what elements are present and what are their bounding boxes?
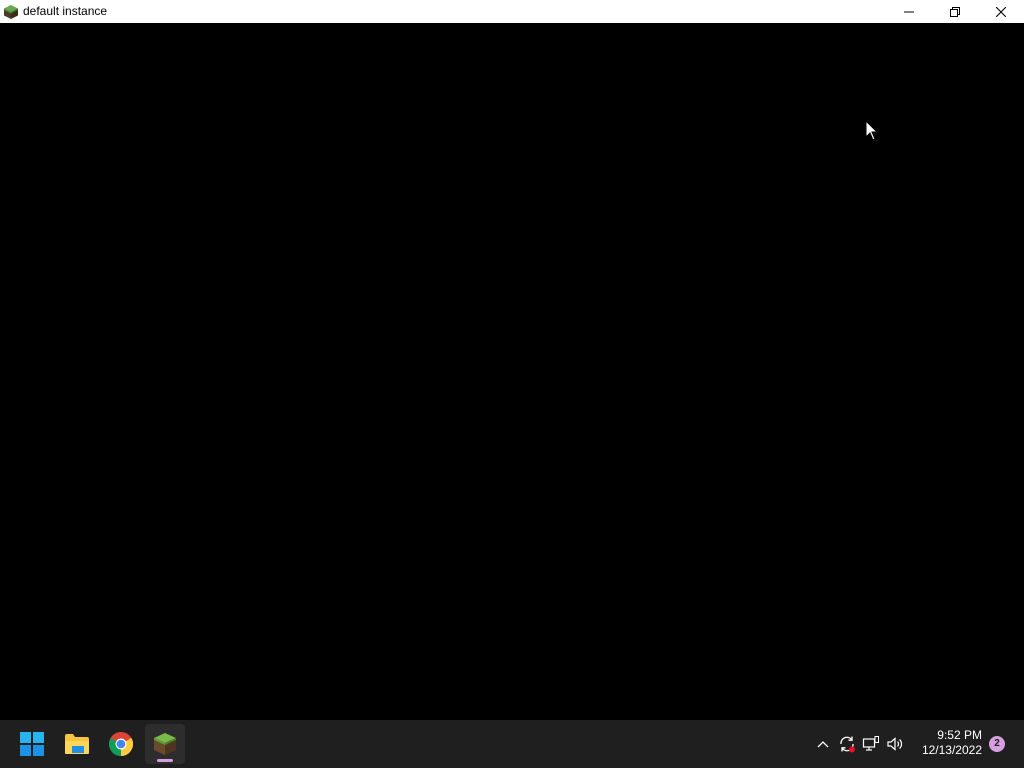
- system-tray: [811, 720, 907, 768]
- minimize-icon: [904, 11, 914, 12]
- game-window: default instance: [0, 0, 1024, 720]
- network-icon: [862, 736, 879, 751]
- minecraft-launcher-button[interactable]: [145, 724, 185, 764]
- sync-icon: [840, 736, 855, 753]
- title-bar[interactable]: default instance: [0, 0, 1024, 23]
- sync-status-button[interactable]: [835, 732, 859, 756]
- clock-time: 9:52 PM: [937, 728, 982, 742]
- clock[interactable]: 9:52 PM 12/13/2022: [922, 728, 982, 758]
- start-button[interactable]: [12, 724, 52, 764]
- active-app-indicator: [157, 759, 173, 762]
- folder-icon: [65, 734, 89, 754]
- minimize-button[interactable]: [886, 0, 932, 23]
- restore-icon: [950, 6, 960, 17]
- show-hidden-icons-button[interactable]: [811, 732, 835, 756]
- chevron-up-icon: [817, 741, 829, 748]
- volume-icon: [887, 737, 903, 751]
- chrome-button[interactable]: [101, 724, 141, 764]
- minecraft-launcher-icon: [154, 733, 176, 755]
- taskbar: 9:52 PM 12/13/2022 2: [0, 720, 1024, 768]
- notification-badge[interactable]: 2: [989, 736, 1005, 752]
- file-explorer-button[interactable]: [57, 724, 97, 764]
- close-button[interactable]: [978, 0, 1024, 23]
- game-viewport[interactable]: [0, 23, 1024, 720]
- windows-start-icon: [20, 732, 44, 756]
- chrome-icon: [109, 732, 133, 756]
- window-controls: [886, 0, 1024, 23]
- volume-button[interactable]: [883, 732, 907, 756]
- mouse-cursor-icon: [866, 121, 878, 141]
- close-icon: [996, 6, 1006, 17]
- minecraft-grass-block-icon: [4, 4, 18, 19]
- network-button[interactable]: [859, 732, 883, 756]
- restore-button[interactable]: [932, 0, 978, 23]
- clock-date: 12/13/2022: [921, 743, 982, 757]
- window-title: default instance: [23, 4, 108, 18]
